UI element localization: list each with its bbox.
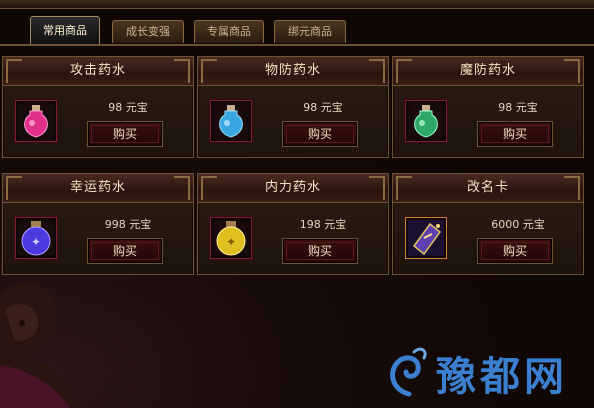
item-price: 998 元宝 xyxy=(104,218,152,231)
item-name: 内力药水 xyxy=(264,180,321,195)
swirl-logo-icon xyxy=(390,347,427,397)
item-name: 幸运药水 xyxy=(69,180,126,195)
tab-growth[interactable]: 成长变强 xyxy=(112,20,184,43)
site-watermark: 豫都网 xyxy=(380,342,594,402)
card-header: 幸运药水 xyxy=(3,174,193,203)
buy-button[interactable]: 购买 xyxy=(477,121,553,147)
shop-item-card: 内力药水 ✦ 198 元宝 购买 xyxy=(197,173,389,275)
shop-item-card: 改名卡 6000 元宝 购买 xyxy=(392,173,584,275)
buy-button[interactable]: 购买 xyxy=(87,121,163,147)
buy-button[interactable]: 购买 xyxy=(282,121,358,147)
pink-potion-icon xyxy=(24,105,48,138)
yellow-potion-icon: ✦ xyxy=(216,221,246,256)
rename-card-icon xyxy=(408,220,444,256)
item-price: 98 元宝 xyxy=(303,101,343,114)
shop-item-card: 物防药水 98 元宝 购买 xyxy=(197,56,389,158)
item-price: 6000 元宝 xyxy=(491,218,545,231)
green-potion-icon xyxy=(414,105,438,138)
item-icon-slot[interactable]: ✦ xyxy=(15,217,57,259)
item-price: 98 元宝 xyxy=(108,101,148,114)
purple-potion-icon: ✦ xyxy=(21,221,51,256)
item-price: 198 元宝 xyxy=(299,218,347,231)
item-name: 魔防药水 xyxy=(459,63,516,78)
top-frame xyxy=(0,0,594,9)
tab-bar: 常用商品 成长变强 专属商品 绑元商品 xyxy=(0,14,594,46)
card-header: 魔防药水 xyxy=(393,57,583,86)
buy-button[interactable]: 购买 xyxy=(282,238,358,264)
item-icon-slot[interactable] xyxy=(405,217,447,259)
item-icon-slot[interactable]: ✦ xyxy=(210,217,252,259)
shop-item-card: 魔防药水 98 元宝 购买 xyxy=(392,56,584,158)
item-name: 改名卡 xyxy=(466,180,509,195)
item-icon-slot[interactable] xyxy=(405,100,447,142)
svg-text:✦: ✦ xyxy=(31,235,41,249)
buy-button[interactable]: 购买 xyxy=(477,238,553,264)
card-header: 攻击药水 xyxy=(3,57,193,86)
character-figure xyxy=(0,282,80,408)
buy-button[interactable]: 购买 xyxy=(87,238,163,264)
item-price: 98 元宝 xyxy=(498,101,538,114)
item-icon-slot[interactable] xyxy=(15,100,57,142)
tab-exclusive[interactable]: 专属商品 xyxy=(194,20,264,43)
watermark-text: 豫都网 xyxy=(436,353,568,400)
item-icon-slot[interactable] xyxy=(210,100,252,142)
svg-text:✦: ✦ xyxy=(226,235,236,249)
shop-item-card: 幸运药水 ✦ 998 元宝 购买 xyxy=(2,173,194,275)
tab-bound-currency[interactable]: 绑元商品 xyxy=(274,20,346,43)
shop-item-card: 攻击药水 98 元宝 购买 xyxy=(2,56,194,158)
item-name: 物防药水 xyxy=(264,63,321,78)
blue-potion-icon xyxy=(219,105,243,138)
card-header: 物防药水 xyxy=(198,57,388,86)
item-name: 攻击药水 xyxy=(69,63,126,78)
card-header: 改名卡 xyxy=(393,174,583,203)
card-header: 内力药水 xyxy=(198,174,388,203)
tab-common-items[interactable]: 常用商品 xyxy=(30,16,100,44)
